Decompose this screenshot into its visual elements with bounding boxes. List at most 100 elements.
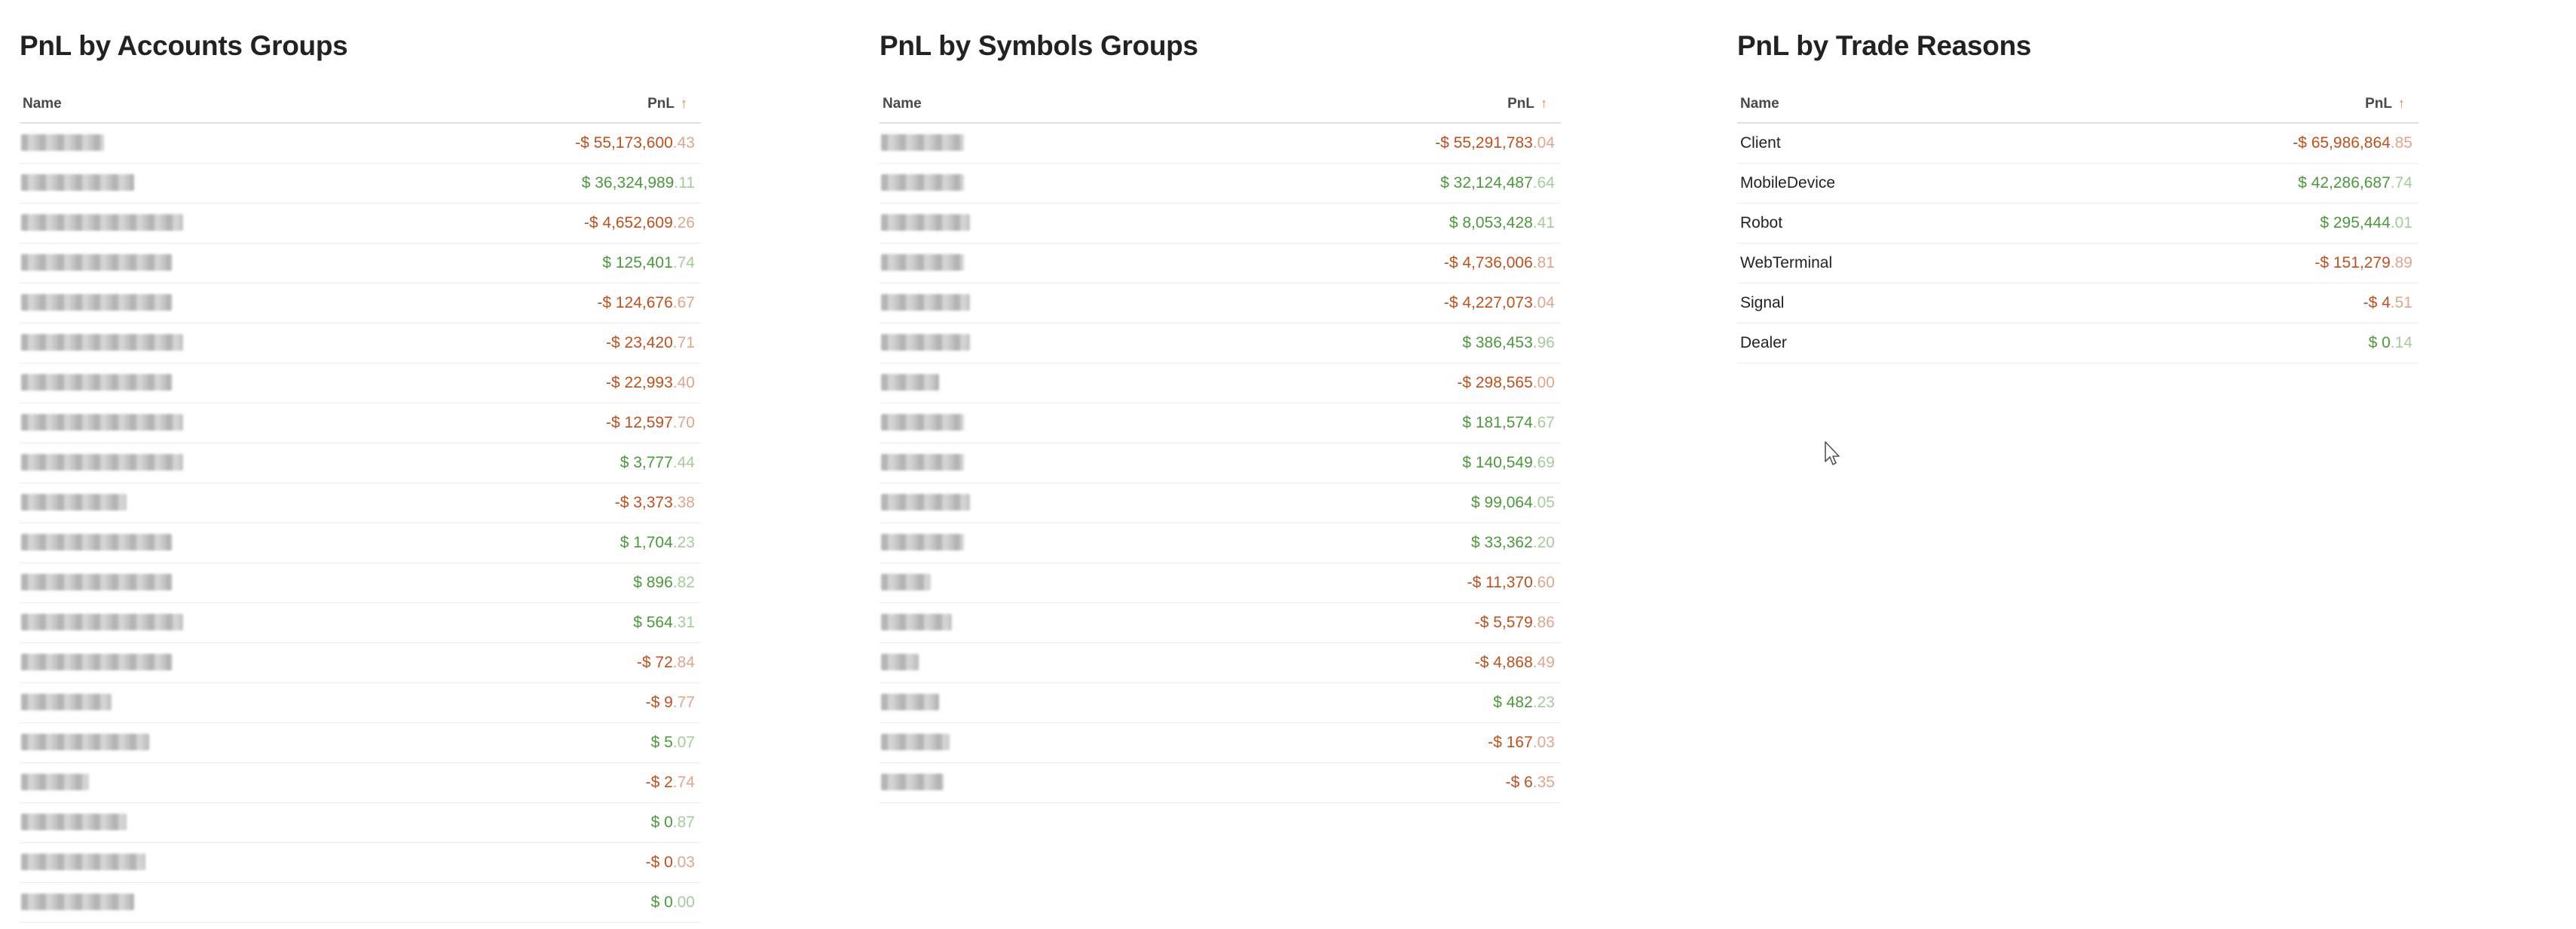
redacted-name	[21, 254, 172, 271]
table-row[interactable]: $ 482.23	[880, 683, 1561, 723]
table-row[interactable]: -$ 0.03	[20, 843, 701, 883]
table-body: -$ 55,173,600.43 $ 36,324,989.11 -$ 4,652,…	[20, 124, 701, 923]
table-row[interactable]: -$ 167.03	[880, 723, 1561, 763]
table-row[interactable]: -$ 22,993.40	[20, 363, 701, 403]
row-pnl-value: $ 99,064.05	[1471, 494, 1555, 512]
pnl-fraction-part: .20	[1532, 534, 1555, 551]
row-pnl-value: $ 482.23	[1493, 694, 1555, 712]
table-row[interactable]: Robot $ 295,444.01	[1737, 204, 2418, 244]
pnl-fraction-part: .43	[672, 134, 695, 152]
table-body: Client -$ 65,986,864.85 MobileDevice $ 42,2…	[1737, 124, 2418, 363]
pnl-fraction-part: .35	[1532, 774, 1555, 791]
pnl-fraction-part: .67	[1532, 414, 1555, 431]
redacted-name	[881, 734, 950, 750]
column-header-pnl[interactable]: PnL ↑	[1507, 96, 1547, 112]
table-row[interactable]: $ 36,324,989.11	[20, 164, 701, 204]
table-row[interactable]: $ 0.87	[20, 803, 701, 843]
table-row[interactable]: $ 33,362.20	[880, 523, 1561, 563]
redacted-name	[21, 734, 149, 750]
column-header-pnl-label: PnL	[2365, 96, 2392, 112]
pnl-integer-part: -$ 124,676	[597, 294, 673, 311]
table-row[interactable]: Signal -$ 4.51	[1737, 284, 2418, 323]
table-row[interactable]: -$ 6.35	[880, 763, 1561, 803]
sort-ascending-icon[interactable]: ↑	[681, 96, 687, 111]
row-pnl-value: -$ 3,373.38	[615, 494, 695, 512]
redacted-name	[881, 294, 971, 311]
panel-title: PnL by Trade Reasons	[1737, 30, 2032, 61]
row-name: MobileDevice	[1740, 174, 1836, 192]
table-row[interactable]: -$ 4,227,073.04	[880, 284, 1561, 323]
column-header-name[interactable]: Name	[1740, 96, 1779, 112]
pnl-fraction-part: .26	[672, 214, 695, 231]
table-row[interactable]: $ 564.31	[20, 603, 701, 643]
table-row[interactable]: $ 99,064.05	[880, 483, 1561, 523]
row-pnl-value: -$ 9.77	[646, 694, 695, 712]
table-row[interactable]: -$ 9.77	[20, 683, 701, 723]
table-row[interactable]: -$ 4,736,006.81	[880, 244, 1561, 284]
column-header-pnl[interactable]: PnL ↑	[2365, 96, 2405, 112]
pnl-fraction-part: .85	[2390, 134, 2412, 152]
redacted-name	[881, 174, 964, 191]
table-row[interactable]: -$ 5,579.86	[880, 603, 1561, 643]
redacted-name	[21, 534, 172, 550]
table-row[interactable]: Dealer $ 0.14	[1737, 323, 2418, 363]
pnl-fraction-part: .82	[672, 574, 695, 591]
redacted-name	[21, 214, 183, 231]
column-header-name[interactable]: Name	[883, 96, 922, 112]
table-row[interactable]: -$ 3,373.38	[20, 483, 701, 523]
row-pnl-value: -$ 65,986,864.85	[2293, 134, 2412, 152]
row-pnl-value: $ 0.00	[651, 894, 695, 912]
table-row[interactable]: -$ 55,291,783.04	[880, 124, 1561, 164]
pnl-fraction-part: .41	[1532, 214, 1555, 231]
table-row[interactable]: $ 3,777.44	[20, 443, 701, 483]
table-row[interactable]: -$ 298,565.00	[880, 363, 1561, 403]
pnl-fraction-part: .87	[672, 814, 695, 831]
table-row[interactable]: $ 32,124,487.64	[880, 164, 1561, 204]
row-pnl-value: -$ 298,565.00	[1457, 374, 1555, 392]
table-row[interactable]: WebTerminal -$ 151,279.89	[1737, 244, 2418, 284]
pnl-integer-part: $ 3,777	[620, 454, 673, 471]
pnl-integer-part: -$ 151,279	[2314, 254, 2391, 271]
table-row[interactable]: -$ 72.84	[20, 643, 701, 683]
table-row[interactable]: $ 1,704.23	[20, 523, 701, 563]
column-header-pnl[interactable]: PnL ↑	[647, 96, 687, 112]
pnl-integer-part: -$ 9	[645, 694, 673, 711]
sort-ascending-icon[interactable]: ↑	[2398, 96, 2405, 111]
redacted-name	[881, 654, 919, 670]
row-pnl-value: -$ 4,227,073.04	[1444, 294, 1555, 312]
pnl-fraction-part: .60	[1532, 574, 1555, 591]
column-header-name[interactable]: Name	[23, 96, 62, 112]
redacted-name	[21, 694, 112, 710]
table-row[interactable]: -$ 124,676.67	[20, 284, 701, 323]
table-body: -$ 55,291,783.04 $ 32,124,487.64 $ 8,053,4…	[880, 124, 1561, 803]
pnl-fraction-part: .04	[1532, 134, 1555, 152]
redacted-name	[21, 894, 134, 910]
table-row[interactable]: -$ 11,370.60	[880, 563, 1561, 603]
table-row[interactable]: $ 181,574.67	[880, 403, 1561, 443]
pnl-integer-part: -$ 65,986,864	[2293, 134, 2391, 152]
pnl-integer-part: $ 896	[633, 574, 673, 591]
row-pnl-value: -$ 72.84	[637, 654, 695, 672]
table-row[interactable]: $ 0.00	[20, 883, 701, 923]
table-row[interactable]: -$ 55,173,600.43	[20, 124, 701, 164]
table-row[interactable]: -$ 4,652,609.26	[20, 204, 701, 244]
pnl-integer-part: $ 42,286,687	[2298, 174, 2391, 192]
table-row[interactable]: -$ 23,420.71	[20, 323, 701, 363]
table-row[interactable]: $ 8,053,428.41	[880, 204, 1561, 244]
row-pnl-value: $ 42,286,687.74	[2298, 174, 2412, 192]
sort-ascending-icon[interactable]: ↑	[1540, 96, 1547, 111]
redacted-name	[21, 454, 183, 471]
pnl-integer-part: $ 99,064	[1471, 494, 1533, 511]
table-row[interactable]: $ 125,401.74	[20, 244, 701, 284]
table-row[interactable]: $ 5.07	[20, 723, 701, 763]
table-row[interactable]: MobileDevice $ 42,286,687.74	[1737, 164, 2418, 204]
table-row[interactable]: -$ 2.74	[20, 763, 701, 803]
table-row[interactable]: $ 140,549.69	[880, 443, 1561, 483]
redacted-name	[881, 494, 971, 510]
table-row[interactable]: Client -$ 65,986,864.85	[1737, 124, 2418, 164]
table-row[interactable]: -$ 4,868.49	[880, 643, 1561, 683]
table-row[interactable]: $ 896.82	[20, 563, 701, 603]
table-row[interactable]: $ 386,453.96	[880, 323, 1561, 363]
row-pnl-value: -$ 167.03	[1488, 734, 1555, 752]
table-row[interactable]: -$ 12,597.70	[20, 403, 701, 443]
